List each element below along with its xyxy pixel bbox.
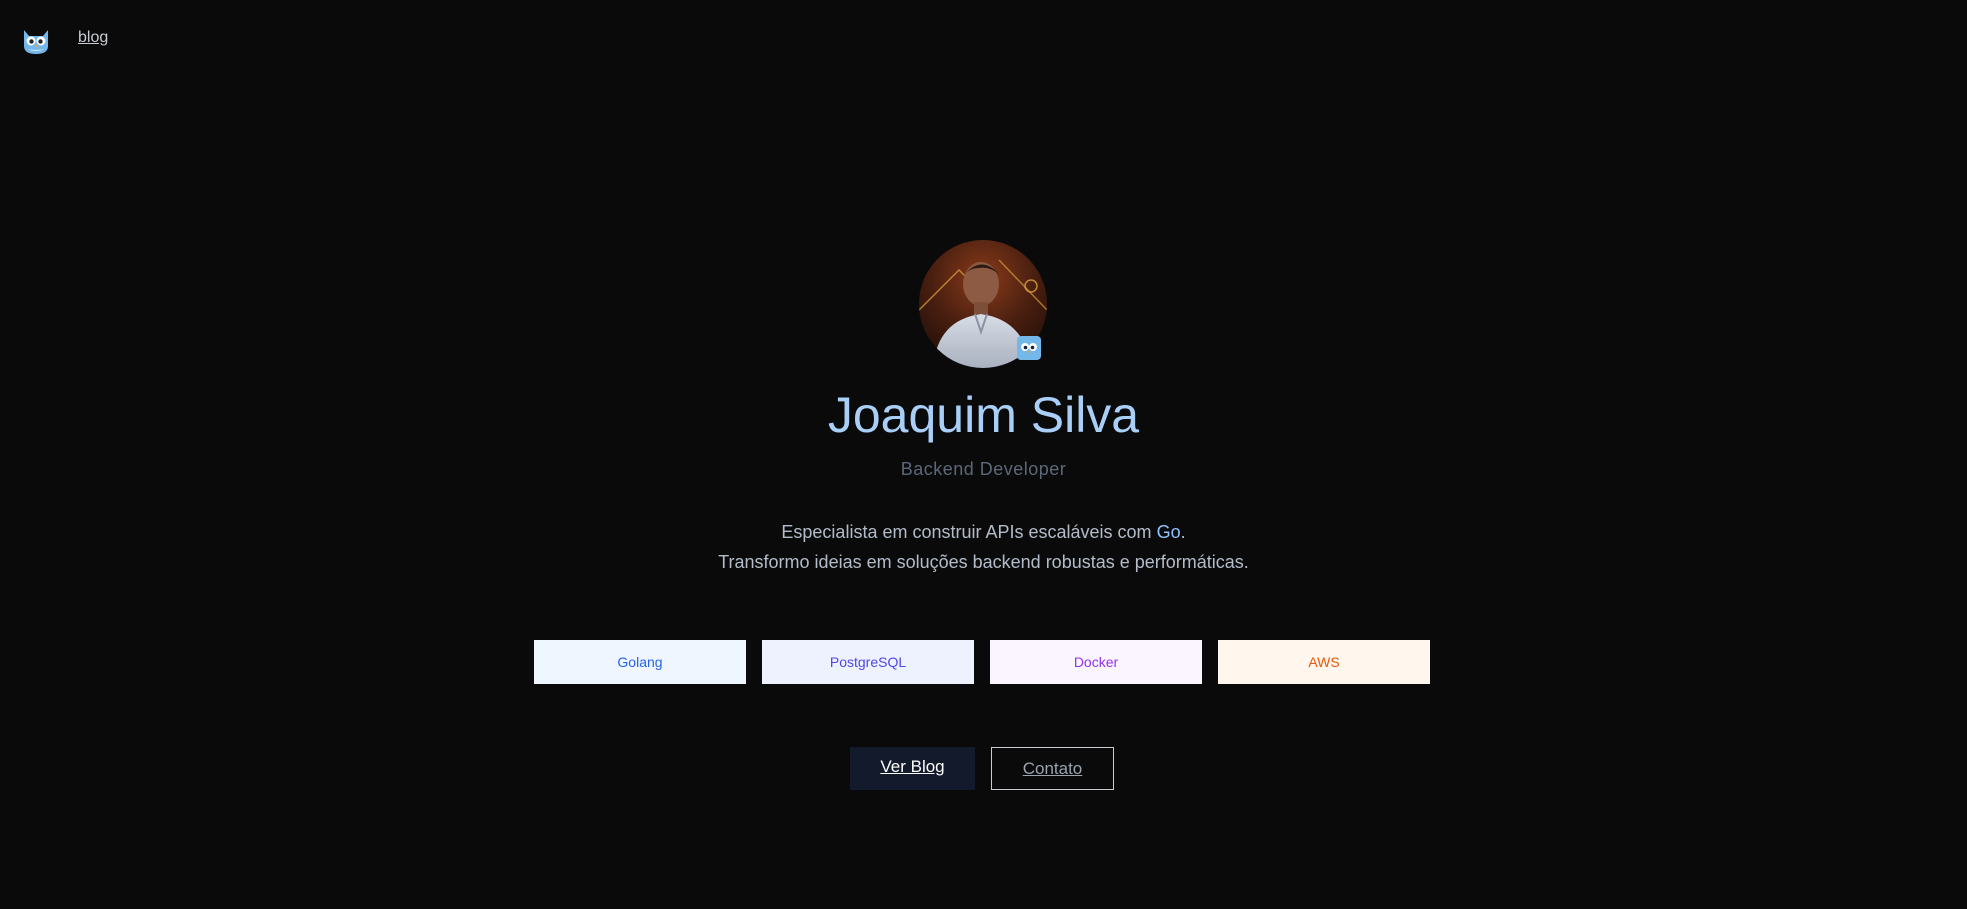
- skills-list: Golang PostgreSQL Docker AWS: [534, 640, 1430, 684]
- avatar-container: [919, 240, 1047, 368]
- profile-role: Backend Developer: [900, 459, 1067, 479]
- skill-badge-aws: AWS: [1218, 640, 1430, 684]
- skill-badge-golang: Golang: [534, 640, 746, 684]
- description-line-1-prefix: Especialista em construir APIs escalávei…: [781, 522, 1157, 542]
- description-line-2: Transformo ideias em soluções backend ro…: [718, 552, 1249, 572]
- view-blog-button[interactable]: Ver Blog: [850, 747, 975, 790]
- description-line-1: Especialista em construir APIs escalávei…: [0, 517, 1967, 547]
- owl-badge-icon: [1017, 336, 1041, 360]
- skill-badge-postgresql: PostgreSQL: [762, 640, 974, 684]
- profile-description: Especialista em construir APIs escalávei…: [0, 517, 1967, 577]
- hero-section: Joaquim Silva Backend Developer Especial…: [0, 0, 1967, 909]
- contact-button[interactable]: Contato: [991, 747, 1114, 790]
- highlight-go: Go: [1156, 522, 1181, 542]
- skill-badge-docker: Docker: [990, 640, 1202, 684]
- description-line-1-suffix: .: [1180, 522, 1186, 542]
- profile-name: Joaquim Silva: [827, 387, 1140, 443]
